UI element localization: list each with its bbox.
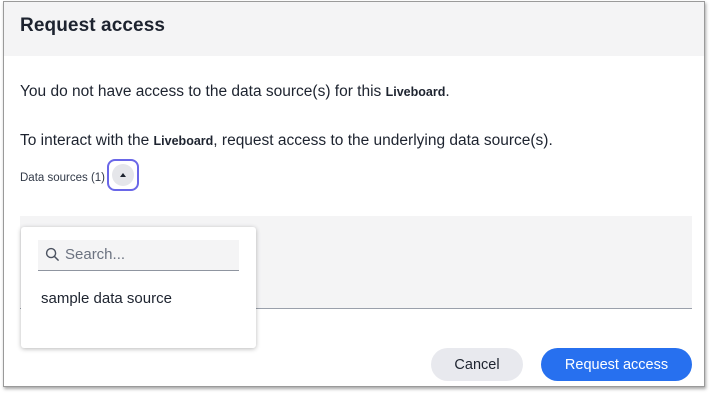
instructions-text-end: , request access to the underlying data …: [213, 132, 553, 149]
object-type-label: Liveboard: [153, 134, 214, 148]
search-box[interactable]: [38, 240, 239, 271]
data-sources-label: Data sources (1): [20, 172, 106, 184]
request-access-button[interactable]: Request access: [541, 348, 692, 381]
data-sources-toggle-button[interactable]: [107, 159, 139, 191]
no-access-text-end: .: [445, 83, 450, 100]
toggle-circle: [112, 164, 134, 186]
cancel-button[interactable]: Cancel: [431, 348, 523, 381]
instructions-text: To interact with the: [20, 132, 154, 149]
list-item-data-source[interactable]: sample data source: [41, 290, 172, 307]
search-icon: [45, 247, 59, 261]
dialog-header: Request access: [4, 2, 704, 56]
request-instructions: To interact with the Liveboard, request …: [20, 132, 553, 150]
caret-up-icon: [120, 173, 126, 177]
data-sources-dropdown: sample data source: [21, 227, 256, 348]
search-input[interactable]: [65, 240, 235, 269]
no-access-message: You do not have access to the data sourc…: [20, 83, 450, 101]
data-sources-row: Data sources (1): [20, 159, 139, 194]
request-access-dialog: Request access You do not have access to…: [3, 1, 705, 387]
object-type-label: Liveboard: [385, 85, 446, 99]
dialog-title: Request access: [20, 15, 166, 36]
no-access-text: You do not have access to the data sourc…: [20, 83, 386, 100]
